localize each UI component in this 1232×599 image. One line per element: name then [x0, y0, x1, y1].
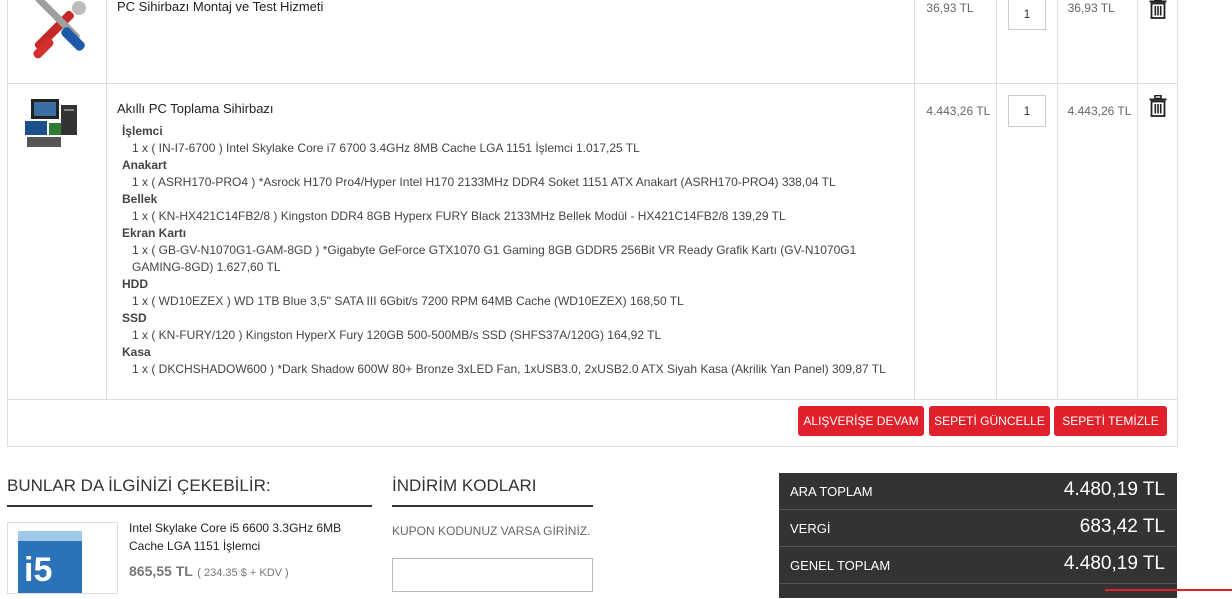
grand-total-row: GENEL TOPLAM 4.480,19 TL: [779, 547, 1177, 584]
option-value: 1 x ( KN-HX421C14FB2/8 ) Kingston DDR4 8…: [132, 209, 786, 223]
related-product-name[interactable]: Intel Skylake Core i5 6600 3.3GHz 6MB Ca…: [129, 519, 349, 555]
product-name[interactable]: PC Sihirbazı Montaj ve Test Hizmeti: [117, 0, 914, 14]
subtotal-value: 4.480,19 TL: [1063, 479, 1165, 500]
related-product-price-note: ( 234.35 $ + KDV ): [197, 567, 289, 579]
option-value: 1 x ( WD10EZEX ) WD 1TB Blue 3,5" SATA I…: [132, 294, 684, 308]
continue-shopping-button[interactable]: ALIŞVERİŞE DEVAM: [798, 406, 924, 436]
cart-row: PC Sihirbazı Montaj ve Test Hizmeti 36,9…: [7, 0, 1178, 84]
tax-row: VERGİ 683,42 TL: [779, 510, 1177, 547]
row-total: 4.443,26 TL: [1067, 104, 1132, 118]
grand-total-value: 4.480,19 TL: [1063, 553, 1165, 574]
tax-label: VERGİ: [790, 521, 831, 536]
svg-text:i5: i5: [24, 551, 52, 589]
option-group-label: İşlemci: [122, 124, 163, 138]
coupon-hint: KUPON KODUNUZ VARSA GİRİNİZ.: [392, 524, 591, 538]
tools-icon[interactable]: [9, 0, 105, 80]
related-product: i5 Intel Skylake Core i5 6600 3.3GHz 6MB…: [7, 519, 372, 599]
option-value: 1 x ( DKCHSHADOW600 ) *Dark Shadow 600W …: [132, 362, 886, 376]
option-value: 1 x ( KN-FURY/120 ) Kingston HyperX Fury…: [132, 328, 662, 342]
tax-value: 683,42 TL: [1079, 516, 1165, 537]
option-value: 1 x ( GB-GV-N1070G1-GAM-8GD ) *Gigabyte …: [132, 243, 857, 274]
clear-cart-button[interactable]: SEPETİ TEMİZLE: [1054, 406, 1167, 436]
unit-price: 36,93 TL: [926, 1, 974, 15]
grand-total-label: GENEL TOPLAM: [790, 558, 891, 573]
option-group-label: Bellek: [122, 192, 158, 206]
option-value: 1 x ( IN-I7-6700 ) Intel Skylake Core i7…: [132, 141, 640, 155]
cart-row: Akıllı PC Toplama Sihirbazı İşlemci 1 x …: [7, 83, 1178, 400]
coupon-input[interactable]: [392, 558, 593, 592]
trash-icon[interactable]: [1149, 0, 1167, 19]
related-title: BUNLAR DA İLGİNİZİ ÇEKEBİLİR:: [7, 476, 372, 507]
update-cart-button[interactable]: SEPETİ GÜNCELLE: [929, 406, 1050, 436]
pc-bundle-icon[interactable]: [9, 85, 105, 181]
product-thumbnail[interactable]: i5: [7, 522, 118, 594]
unit-price: 4.443,26 TL: [926, 104, 991, 118]
product-name[interactable]: Akıllı PC Toplama Sihirbazı: [117, 101, 914, 116]
subtotal-label: ARA TOPLAM: [790, 484, 873, 499]
option-group-label: Kasa: [122, 345, 151, 359]
discount-title: İNDİRİM KODLARI: [392, 476, 593, 507]
row-total: 36,93 TL: [1067, 1, 1115, 15]
option-value: 1 x ( ASRH170-PRO4 ) *Asrock H170 Pro4/H…: [132, 175, 836, 189]
product-image-cell: [7, 83, 107, 400]
cart-table: PC Sihirbazı Montaj ve Test Hizmeti 36,9…: [7, 0, 1178, 400]
option-group-label: Ekran Kartı: [122, 226, 187, 240]
option-group-label: SSD: [122, 311, 147, 325]
trash-icon[interactable]: [1149, 94, 1167, 117]
product-options: İşlemci 1 x ( IN-I7-6700 ) Intel Skylake…: [122, 123, 914, 378]
cart-actions: ALIŞVERİŞE DEVAM SEPETİ GÜNCELLE SEPETİ …: [7, 396, 1178, 447]
quantity-input[interactable]: 1: [1007, 95, 1046, 127]
order-totals: ARA TOPLAM 4.480,19 TL VERGİ 683,42 TL G…: [779, 473, 1177, 598]
subtotal-row: ARA TOPLAM 4.480,19 TL: [779, 473, 1177, 510]
product-image-cell: [7, 0, 107, 84]
option-group-label: Anakart: [122, 158, 167, 172]
related-product-price: 865,55 TL: [129, 563, 193, 579]
quantity-input[interactable]: 1: [1007, 0, 1046, 30]
option-group-label: HDD: [122, 277, 148, 291]
